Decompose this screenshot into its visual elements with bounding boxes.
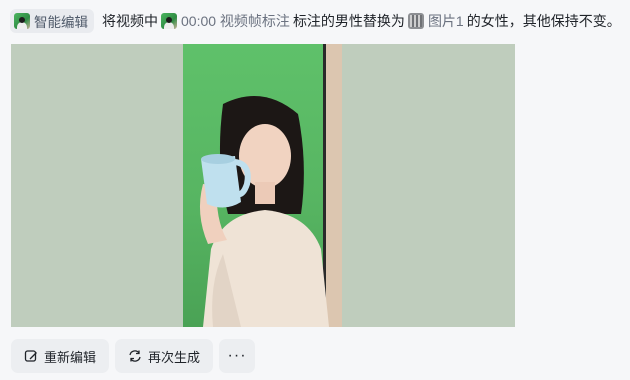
- prompt-line: 智能编辑 将视频中 00:00 视频帧标注 标注的男性替换为 图片1 的女性，其…: [10, 8, 626, 34]
- refresh-icon: [129, 350, 141, 362]
- image-thumbnail-icon: [407, 13, 424, 29]
- prompt-text-1: 将视频中: [102, 13, 158, 29]
- reedit-button[interactable]: 重新编辑: [11, 339, 110, 373]
- result-video-frame[interactable]: [183, 44, 343, 327]
- woman-holding-mug-illustration: [199, 96, 329, 327]
- letterbox-left: [11, 44, 184, 327]
- letterbox-right: [342, 44, 515, 327]
- video-thumbnail-icon: [161, 13, 177, 29]
- video-frame-reference[interactable]: 00:00 视频帧标注: [161, 11, 290, 31]
- edit-icon: [24, 350, 37, 362]
- action-bar: 重新编辑 再次生成 ···: [11, 339, 256, 373]
- prompt-text-3: 的女性，其他保持不变。: [466, 13, 621, 29]
- video-frame-reference-label: 00:00 视频帧标注: [181, 13, 290, 29]
- regenerate-button[interactable]: 再次生成: [115, 339, 214, 373]
- more-icon: ···: [227, 347, 247, 364]
- reedit-button-label: 重新编辑: [44, 349, 97, 365]
- mode-chip-label: 智能编辑: [34, 15, 88, 30]
- image-reference[interactable]: 图片1: [407, 11, 464, 31]
- result-media: [11, 44, 515, 327]
- regenerate-button-label: 再次生成: [148, 349, 201, 365]
- more-options-button[interactable]: ···: [219, 339, 256, 373]
- smart-edit-thumbnail-icon: [14, 13, 30, 29]
- image-reference-label: 图片1: [427, 13, 464, 29]
- mode-chip-smart-edit[interactable]: 智能编辑: [10, 9, 94, 33]
- prompt-text-2: 标注的男性替换为: [292, 13, 405, 29]
